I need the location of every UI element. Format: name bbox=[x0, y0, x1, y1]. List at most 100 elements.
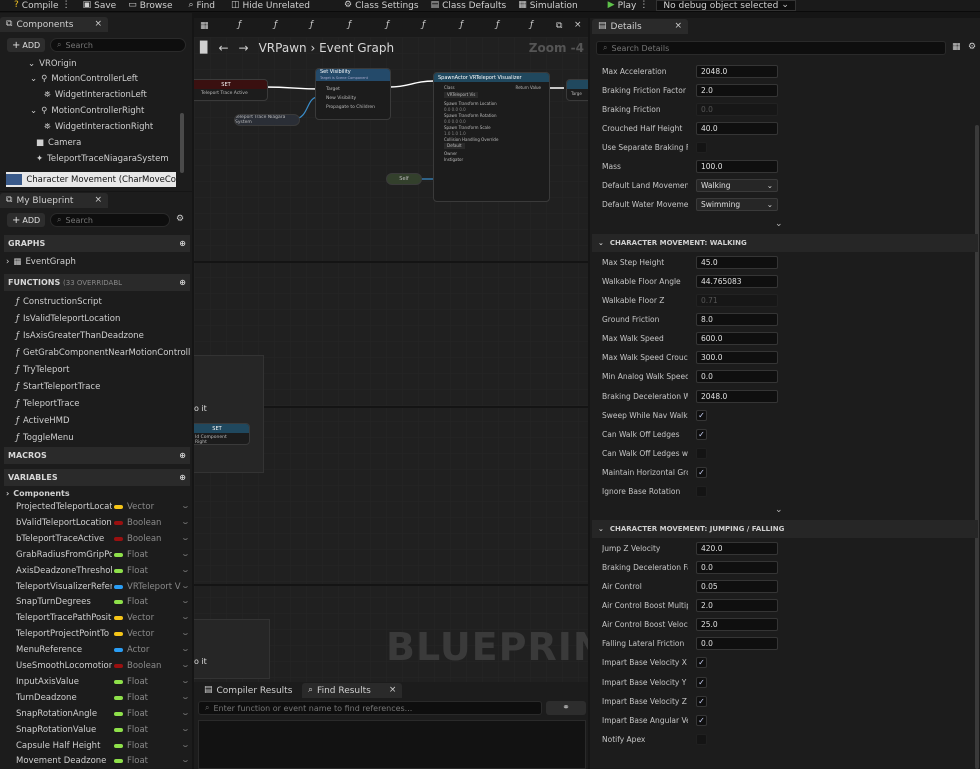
details-search[interactable]: ⌕ bbox=[596, 41, 946, 55]
close-icon[interactable]: × bbox=[574, 21, 582, 30]
chevron-down-icon[interactable]: ⌄ bbox=[775, 219, 783, 229]
variable-category-components[interactable]: › Components bbox=[6, 486, 70, 500]
add-circle-icon[interactable]: ⊕ bbox=[179, 451, 186, 460]
property-value-input[interactable]: 0.0 bbox=[696, 370, 778, 384]
eye-icon[interactable]: ⌣ bbox=[183, 518, 188, 528]
eye-icon[interactable]: ⌣ bbox=[183, 709, 188, 719]
property-value-input[interactable]: 0.0 bbox=[696, 637, 778, 651]
graph-item-event-graph[interactable]: › ▦ EventGraph bbox=[6, 254, 76, 270]
function-item[interactable]: ƒ ToggleMenu bbox=[16, 430, 74, 446]
function-tab[interactable]: ƒ bbox=[238, 21, 241, 30]
comment-box[interactable] bbox=[194, 619, 270, 679]
comment-box[interactable] bbox=[194, 355, 264, 473]
function-item[interactable]: ƒ GetGrabComponentNearMotionControlle bbox=[16, 345, 190, 361]
function-item[interactable]: ƒ IsAxisGreaterThanDeadzone bbox=[16, 328, 144, 344]
variable-type[interactable]: Boolean bbox=[114, 534, 161, 544]
function-item[interactable]: ƒ ActiveHMD bbox=[16, 413, 70, 429]
add-circle-icon[interactable]: ⊕ bbox=[179, 473, 186, 482]
function-item[interactable]: ƒ ConstructionScript bbox=[16, 294, 102, 310]
variable-row[interactable]: TurnDeadzone Float ⌣ bbox=[4, 690, 190, 706]
macros-section[interactable]: MACROS ⊕ bbox=[4, 447, 190, 464]
variable-type[interactable]: Vector bbox=[114, 613, 154, 623]
function-item[interactable]: ƒ TeleportTrace bbox=[16, 396, 80, 412]
details-tab[interactable]: ▤ Details × bbox=[592, 19, 688, 34]
property-checkbox[interactable]: ✓ bbox=[696, 657, 707, 669]
debug-object-select[interactable]: No debug object selected ⌄ bbox=[656, 0, 796, 11]
spawn-actor-node[interactable]: SpawnActor VRTeleport Visualizer Class Re… bbox=[433, 72, 550, 202]
variable-row[interactable]: bValidTeleportLocation Boolean ⌣ bbox=[4, 515, 190, 531]
eye-icon[interactable]: ⌣ bbox=[183, 693, 188, 703]
variable-type[interactable]: Float bbox=[114, 677, 148, 687]
property-value-input[interactable]: 25.0 bbox=[696, 618, 778, 632]
play-button[interactable]: ▶ Play ⋮ bbox=[602, 1, 655, 11]
save-button[interactable]: ▣ Save bbox=[77, 1, 123, 11]
tree-item-vrorigin[interactable]: ⌄ VROrigin bbox=[28, 56, 77, 72]
tree-item-widget-interaction-right[interactable]: ⛯ WidgetInteractionRight bbox=[44, 119, 153, 135]
blueprint-search[interactable]: ⌕ bbox=[50, 213, 170, 227]
eye-icon[interactable]: ⌣ bbox=[183, 629, 188, 639]
set-visibility-node[interactable]: Set Visibility Target is Scene Component … bbox=[315, 68, 391, 120]
add-circle-icon[interactable]: ⊕ bbox=[179, 278, 186, 287]
variable-row[interactable]: MenuReference Actor ⌣ bbox=[4, 642, 190, 658]
section-jumping[interactable]: ⌄ CHARACTER MOVEMENT: JUMPING / FALLING bbox=[592, 520, 978, 538]
property-checkbox[interactable] bbox=[696, 141, 707, 153]
variable-row[interactable]: SnapRotationValue Float ⌣ bbox=[4, 722, 190, 738]
variable-type[interactable]: Boolean bbox=[114, 518, 161, 528]
eye-icon[interactable]: ⌣ bbox=[183, 661, 188, 671]
tree-item-camera[interactable]: ■ Camera bbox=[36, 135, 81, 151]
tree-item-motion-controller-left[interactable]: ⌄ ⚲ MotionControllerLeft bbox=[30, 71, 138, 87]
function-item[interactable]: ƒ StartTeleportTrace bbox=[16, 379, 100, 395]
property-value-input[interactable]: 2.0 bbox=[696, 598, 778, 612]
function-tab[interactable]: ƒ bbox=[386, 21, 389, 30]
find-search[interactable]: ⌕ bbox=[198, 701, 542, 715]
blueprint-search-input[interactable] bbox=[65, 215, 163, 225]
breadcrumb-graph[interactable]: Event Graph bbox=[319, 41, 394, 55]
variable-type[interactable]: Boolean bbox=[114, 661, 161, 671]
section-walking[interactable]: ⌄ CHARACTER MOVEMENT: WALKING bbox=[592, 234, 978, 252]
find-button[interactable]: ⌕ Find bbox=[183, 1, 222, 11]
eye-icon[interactable]: ⌣ bbox=[183, 677, 188, 687]
forward-arrow-icon[interactable]: → bbox=[239, 42, 249, 54]
property-checkbox[interactable] bbox=[696, 448, 707, 459]
set-teleport-trace-node[interactable]: SET Teleport Trace Active bbox=[194, 79, 268, 101]
property-checkbox[interactable] bbox=[696, 734, 707, 745]
chevron-down-icon[interactable]: ⌄ bbox=[775, 505, 783, 515]
gear-icon[interactable]: ⚙ bbox=[176, 215, 184, 224]
variable-type[interactable]: Actor bbox=[114, 645, 149, 655]
function-tab[interactable]: ƒ bbox=[460, 21, 463, 30]
set-component-node[interactable]: SET Id Component Right bbox=[194, 423, 250, 445]
find-options-button[interactable]: ⚭ bbox=[546, 701, 586, 715]
tree-item-widget-interaction-left[interactable]: ⛯ WidgetInteractionLeft bbox=[44, 87, 147, 103]
variables-section[interactable]: VARIABLES ⊕ bbox=[4, 469, 190, 486]
variable-type[interactable]: Float bbox=[114, 709, 148, 719]
variable-row[interactable]: UseSmoothLocomotion Boolean ⌣ bbox=[4, 658, 190, 674]
close-icon[interactable]: × bbox=[94, 196, 102, 205]
tree-item-character-movement[interactable]: Character Movement (CharMoveCo bbox=[6, 172, 176, 187]
variable-row[interactable]: AxisDeadzoneThreshol Float ⌣ bbox=[4, 563, 190, 579]
variable-row[interactable]: Movement Deadzone Float ⌣ bbox=[4, 753, 190, 769]
property-value-input[interactable]: 600.0 bbox=[696, 332, 778, 346]
teleport-trace-niagara-var[interactable]: Teleport Trace Niagara System bbox=[234, 114, 300, 126]
components-tab[interactable]: ⧉ Components × bbox=[0, 17, 108, 32]
property-checkbox[interactable]: ✓ bbox=[696, 467, 707, 479]
eye-icon[interactable]: ⌣ bbox=[183, 502, 188, 512]
eye-icon[interactable]: ⌣ bbox=[183, 613, 188, 623]
variable-type[interactable]: Float bbox=[114, 725, 148, 735]
compiler-results-tab[interactable]: ▤ Compiler Results bbox=[198, 683, 298, 698]
property-checkbox[interactable]: ✓ bbox=[696, 409, 707, 421]
variable-type[interactable]: Vector bbox=[114, 629, 154, 639]
class-settings-button[interactable]: ⚙ Class Settings bbox=[338, 1, 425, 11]
variable-type[interactable]: Float bbox=[114, 693, 148, 703]
property-value-input[interactable]: 44.765083 bbox=[696, 274, 778, 288]
self-node[interactable]: Self bbox=[386, 173, 422, 185]
compile-button[interactable]: ? Compile ⋮ bbox=[0, 1, 77, 11]
close-icon[interactable]: × bbox=[94, 20, 102, 29]
back-arrow-icon[interactable]: ← bbox=[218, 42, 228, 54]
find-results-tab[interactable]: ⌕ Find Results × bbox=[302, 683, 403, 698]
eye-icon[interactable]: ⌣ bbox=[183, 645, 188, 655]
variable-type[interactable]: Float bbox=[114, 741, 148, 751]
close-icon[interactable]: × bbox=[674, 22, 682, 31]
my-blueprint-tab[interactable]: ⧉ My Blueprint × bbox=[0, 193, 108, 208]
close-icon[interactable]: × bbox=[389, 686, 397, 695]
browse-button[interactable]: ▭ Browse bbox=[122, 1, 178, 11]
